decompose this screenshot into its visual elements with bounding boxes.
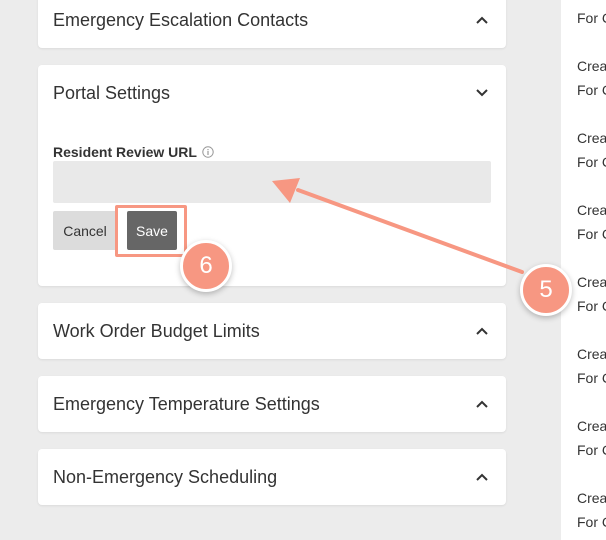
chevron-down-icon[interactable] <box>474 85 490 101</box>
list-item-text: For C <box>577 226 606 242</box>
list-item-title[interactable]: Crea <box>577 418 606 434</box>
card-non-emergency-scheduling: Non-Emergency Scheduling <box>38 449 506 505</box>
card-title: Emergency Escalation Contacts <box>53 9 309 30</box>
chevron-up-icon[interactable] <box>474 469 490 485</box>
card-portal-settings: Portal Settings Resident Review URL Canc… <box>38 65 506 286</box>
chevron-up-icon[interactable] <box>474 396 490 412</box>
list-item-title[interactable]: Crea <box>577 58 606 74</box>
card-header-emergency-temperature-settings[interactable]: Emergency Temperature Settings <box>38 376 506 432</box>
list-item-text: For C <box>577 82 606 98</box>
card-emergency-escalation-contacts: Emergency Escalation Contacts <box>38 0 506 48</box>
resident-review-url-input[interactable] <box>53 161 491 203</box>
card-work-order-budget-limits: Work Order Budget Limits <box>38 303 506 359</box>
card-title: Portal Settings <box>53 82 171 103</box>
resident-review-url-label: Resident Review URL <box>53 144 214 160</box>
cancel-button[interactable]: Cancel <box>53 211 117 250</box>
step-5-badge: 5 <box>520 264 572 316</box>
card-emergency-temperature-settings: Emergency Temperature Settings <box>38 376 506 432</box>
card-header-portal-settings[interactable]: Portal Settings <box>38 65 506 121</box>
right-panel-list: For C Crea For C Crea For C Crea For C C… <box>561 0 606 540</box>
list-item-text: For C <box>577 442 606 458</box>
list-item-text: For C <box>577 10 606 26</box>
step-6-badge: 6 <box>180 240 232 292</box>
list-item-title[interactable]: Crea <box>577 130 606 146</box>
card-title: Non-Emergency Scheduling <box>53 466 278 487</box>
field-label-text: Resident Review URL <box>53 144 197 160</box>
card-header-non-emergency-scheduling[interactable]: Non-Emergency Scheduling <box>38 449 506 505</box>
list-item-title[interactable]: Crea <box>577 274 606 290</box>
card-header-work-order-budget-limits[interactable]: Work Order Budget Limits <box>38 303 506 359</box>
chevron-up-icon[interactable] <box>474 323 490 339</box>
list-item-text: For C <box>577 298 606 314</box>
card-title: Emergency Temperature Settings <box>53 393 320 414</box>
card-header-emergency-escalation-contacts[interactable]: Emergency Escalation Contacts <box>38 0 506 48</box>
list-item-title[interactable]: Crea <box>577 202 606 218</box>
chevron-up-icon[interactable] <box>474 12 490 28</box>
save-button-highlight <box>115 205 187 257</box>
list-item-text: For C <box>577 370 606 386</box>
card-title: Work Order Budget Limits <box>53 320 260 341</box>
info-icon[interactable] <box>202 146 214 158</box>
list-item-title[interactable]: Crea <box>577 346 606 362</box>
list-item-text: For C <box>577 514 606 530</box>
list-item-title[interactable]: Crea <box>577 490 606 506</box>
list-item-text: For C <box>577 154 606 170</box>
